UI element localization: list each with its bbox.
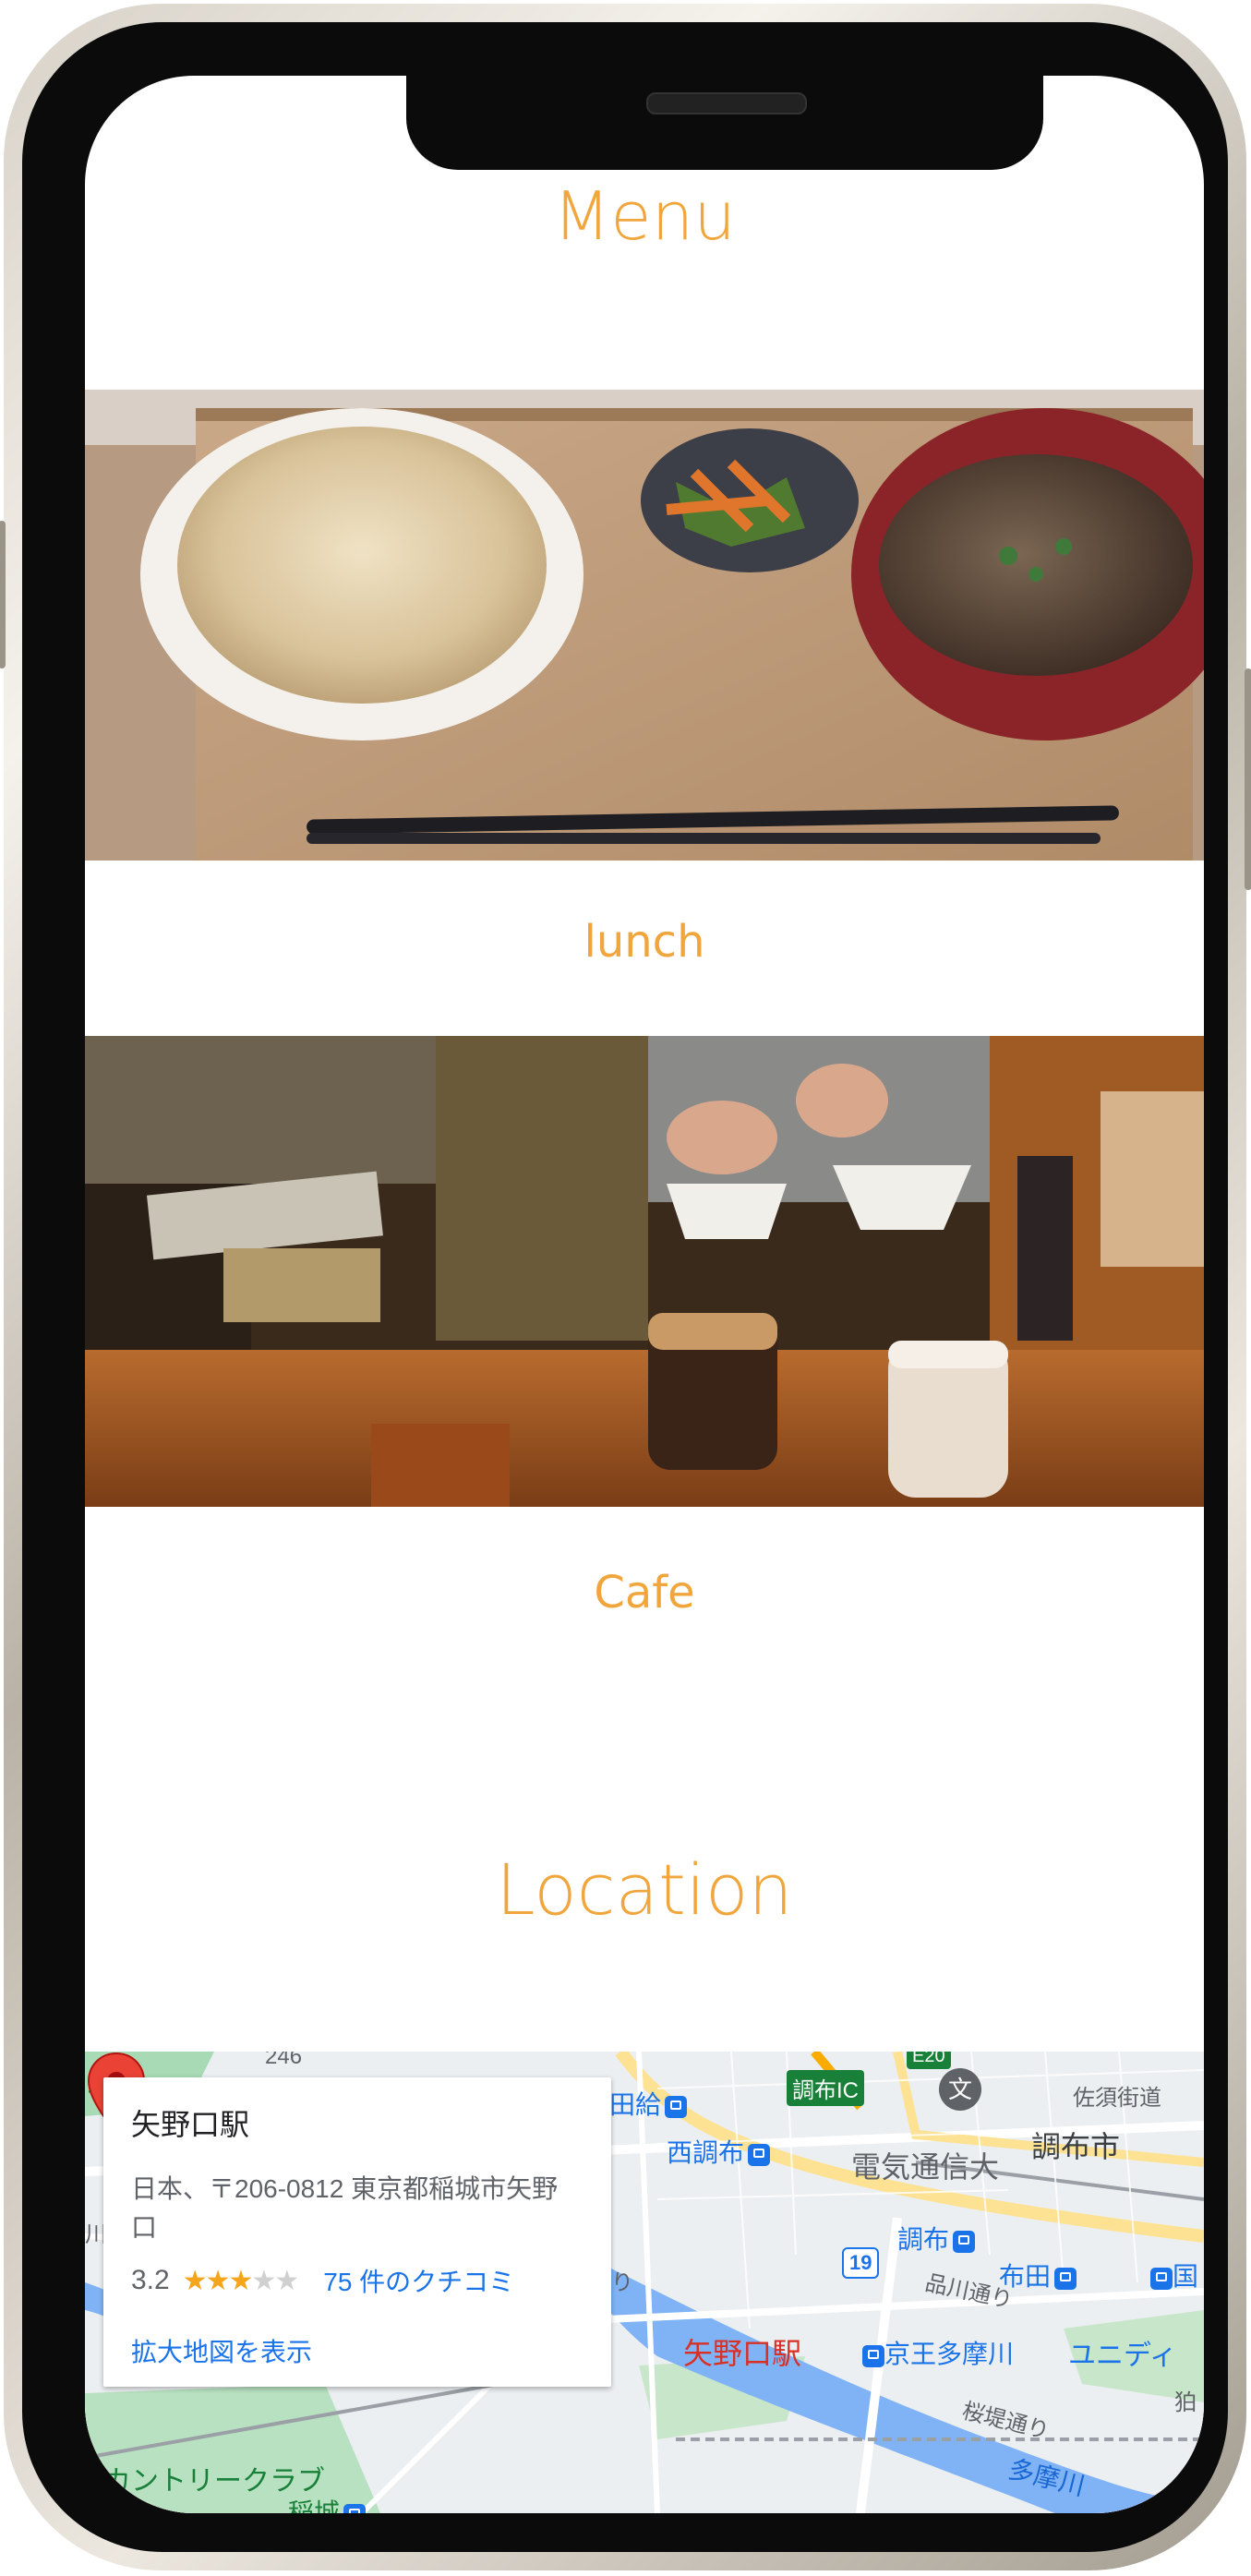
map-university-icon: 文	[939, 2068, 981, 2111]
star-filled-icon: ★	[205, 2265, 231, 2296]
map-station-label: 調布	[897, 2220, 976, 2257]
train-icon	[748, 2143, 771, 2166]
map-station-label: 田給	[609, 2085, 688, 2122]
location-map[interactable]: 246 田給 調布IC E20 文 佐須街道 西調布 電気通信大 調布市 調布 …	[85, 2052, 1204, 2513]
star-empty-icon: ★	[251, 2265, 276, 2296]
train-icon	[1150, 2267, 1173, 2290]
view-larger-map-link[interactable]: 拡大地図を表示	[131, 2332, 583, 2369]
phone-side-button	[0, 521, 6, 668]
screen: Menu lunch Cafe Location 246 田給 調布IC E20…	[85, 76, 1204, 2513]
rating-stars: ★★★★★	[182, 2265, 300, 2297]
map-landmark-label: ユニディ	[1068, 2341, 1177, 2371]
cafe-photo[interactable]	[85, 1036, 1204, 1507]
map-station-label: 稲城	[288, 2493, 367, 2513]
place-rating-row: 3.2 ★★★★★ 75 件のクチコミ	[131, 2262, 583, 2299]
map-city-label: 調布市	[1031, 2130, 1121, 2163]
notch	[406, 76, 1043, 170]
map-station-label: 布田	[999, 2257, 1077, 2293]
phone-frame: Menu lunch Cafe Location 246 田給 調布IC E20…	[0, 4, 1251, 2570]
map-road-label: 246	[265, 2052, 303, 2069]
train-icon	[343, 2503, 367, 2513]
map-station-label: 国	[1147, 2257, 1198, 2293]
location-heading: Location	[496, 1848, 793, 1931]
map-road-badge: E20	[907, 2052, 951, 2069]
place-name: 矢野口駅	[131, 2108, 250, 2141]
train-icon	[953, 2230, 976, 2253]
lunch-caption: lunch	[583, 916, 705, 968]
map-area-label: り	[611, 2270, 633, 2295]
map-info-card: 矢野口駅 日本、〒206-0812 東京都稲城市矢野口 3.2 ★★★★★ 75…	[103, 2077, 611, 2387]
map-route-badge: 19	[842, 2247, 880, 2279]
phone-side-button	[1245, 668, 1251, 890]
star-filled-icon: ★	[228, 2265, 254, 2296]
star-filled-icon: ★	[182, 2265, 208, 2296]
place-address: 日本、〒206-0812 東京都稲城市矢野口	[131, 2174, 559, 2242]
menu-heading: Menu	[553, 177, 736, 255]
train-icon	[862, 2344, 884, 2367]
map-station-label: 京王多摩川	[859, 2334, 1014, 2371]
speaker-grille	[646, 92, 807, 114]
train-icon	[1054, 2267, 1077, 2290]
map-univ-label: 電気通信大	[851, 2150, 1000, 2184]
map-area-label: 狛	[1174, 2390, 1197, 2415]
cafe-caption: Cafe	[594, 1567, 695, 1619]
star-empty-icon: ★	[274, 2265, 299, 2296]
train-icon	[665, 2095, 688, 2118]
map-ic-badge: 調布IC	[787, 2070, 864, 2106]
map-pin-label: 矢野口駅	[683, 2337, 802, 2370]
reviews-link[interactable]: 75 件のクチコミ	[323, 2262, 514, 2299]
place-rating: 3.2	[131, 2265, 170, 2295]
map-station-label: 西調布	[667, 2133, 771, 2170]
map-street-label: 佐須街道	[1073, 2086, 1161, 2111]
lunch-photo[interactable]	[85, 390, 1204, 861]
